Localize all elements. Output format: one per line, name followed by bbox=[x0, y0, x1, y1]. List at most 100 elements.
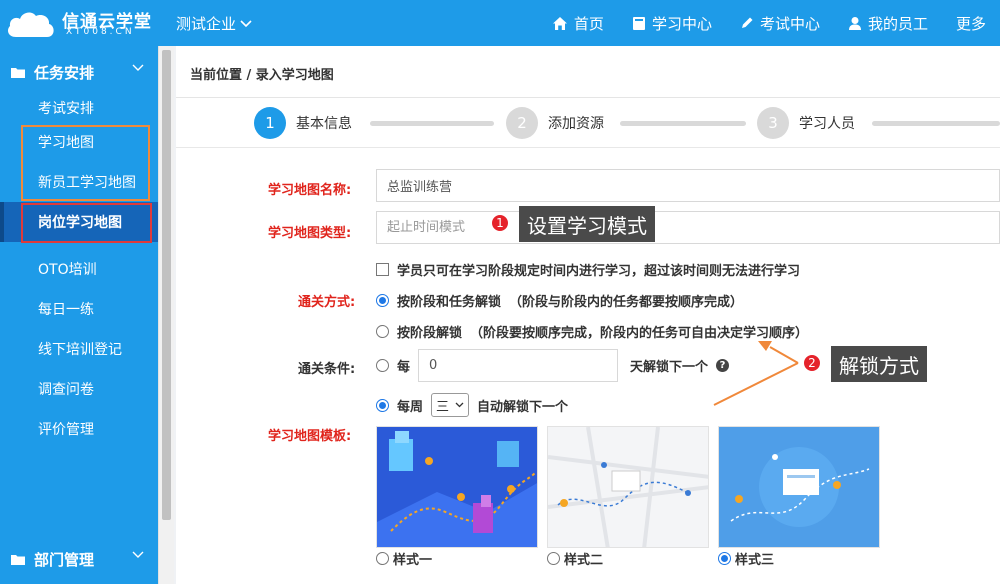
sidebar-item-oto-training[interactable]: OTO培训 bbox=[0, 249, 158, 289]
step-label: 基本信息 bbox=[296, 116, 352, 132]
map-name-input[interactable] bbox=[376, 169, 1000, 202]
nav-more[interactable]: 更多 bbox=[942, 0, 1000, 46]
map-type-label: 学习地图类型: bbox=[268, 226, 352, 241]
time-limit-checkbox[interactable] bbox=[376, 263, 389, 276]
step-connector bbox=[872, 121, 1000, 126]
nav-staff-label: 我的员工 bbox=[867, 14, 928, 33]
pass-option-radio[interactable] bbox=[376, 325, 389, 338]
sidebar-item-survey[interactable]: 调查问卷 bbox=[0, 369, 158, 409]
time-limit-option[interactable]: 学员只可在学习阶段规定时间内进行学习，超过该时间则无法进行学习 bbox=[376, 260, 800, 279]
sidebar-scrollbar[interactable] bbox=[158, 46, 174, 584]
sidebar-group-label: 任务安排 bbox=[34, 63, 95, 82]
folder-icon bbox=[11, 554, 25, 565]
sidebar-item-label: 调查问卷 bbox=[38, 382, 94, 398]
nav-home[interactable]: 首页 bbox=[538, 0, 618, 46]
main-content: 1 基本信息 2 添加资源 3 学习人员 学习地图名称: 学习地图类型: 学员只… bbox=[176, 98, 1000, 584]
chevron-down-icon bbox=[455, 402, 464, 408]
scrollbar-thumb[interactable] bbox=[162, 50, 171, 520]
chevron-down-icon bbox=[132, 64, 144, 71]
sidebar-group-label: 部门管理 bbox=[34, 550, 95, 569]
sidebar-item-offline-training[interactable]: 线下培训登记 bbox=[0, 329, 158, 369]
template-radio[interactable] bbox=[718, 552, 731, 565]
cond-daily-radio[interactable] bbox=[376, 359, 389, 372]
annotation-callout-2: 解锁方式 bbox=[831, 346, 927, 382]
template-option-3[interactable]: 样式三 bbox=[718, 549, 774, 568]
cond-days-input[interactable] bbox=[418, 349, 619, 382]
main-nav: 首页 学习中心 考试中心 我的员工 更多 bbox=[538, 0, 1000, 46]
step-learners[interactable]: 3 学习人员 bbox=[757, 107, 855, 139]
pass-option-stage-task[interactable]: 按阶段和任务解锁 （阶段与阶段内的任务都要按顺序完成） bbox=[376, 291, 743, 310]
template-thumbnail-2[interactable] bbox=[547, 426, 709, 548]
step-indicator: 1 基本信息 2 添加资源 3 学习人员 bbox=[176, 98, 1000, 148]
sidebar-item-label: 考试安排 bbox=[38, 101, 94, 117]
nav-exam-center[interactable]: 考试中心 bbox=[726, 0, 834, 46]
nav-learning-label: 学习中心 bbox=[651, 14, 712, 33]
logo-subtitle: XT008.CN bbox=[66, 27, 135, 37]
logo[interactable]: 信通云学堂 XT008.CN bbox=[6, 6, 151, 40]
home-icon bbox=[552, 16, 567, 30]
sidebar-item-evaluation[interactable]: 评价管理 bbox=[0, 409, 158, 449]
pass-option-radio[interactable] bbox=[376, 294, 389, 307]
week-suffix-label: 自动解锁下一个 bbox=[477, 399, 569, 415]
cond-daily-option[interactable]: 每 天解锁下一个 ? bbox=[376, 349, 730, 382]
sidebar-item-label: 岗位学习地图 bbox=[38, 215, 122, 231]
sidebar-item-label: 评价管理 bbox=[38, 422, 94, 438]
step-number: 2 bbox=[506, 107, 538, 139]
annotation-badge-2: 2 bbox=[802, 353, 822, 373]
breadcrumb: 当前位置 / 录入学习地图 bbox=[176, 46, 1000, 98]
step-label: 添加资源 bbox=[548, 116, 604, 132]
step-label: 学习人员 bbox=[799, 116, 855, 132]
chevron-down-icon bbox=[240, 19, 252, 27]
step-number: 3 bbox=[757, 107, 789, 139]
template-radio[interactable] bbox=[547, 552, 560, 565]
template-image-1 bbox=[377, 427, 537, 547]
nav-more-label: 更多 bbox=[955, 14, 986, 33]
sidebar-item-daily-practice[interactable]: 每日一练 bbox=[0, 289, 158, 329]
sidebar-item-label: 线下培训登记 bbox=[38, 342, 122, 358]
sidebar-group-departments[interactable]: 部门管理 bbox=[0, 539, 158, 579]
template-label: 学习地图模板: bbox=[268, 429, 352, 444]
template-option-label: 样式二 bbox=[564, 553, 604, 568]
company-name: 测试企业 bbox=[176, 15, 237, 33]
template-option-label: 样式一 bbox=[393, 553, 433, 568]
company-switcher[interactable]: 测试企业 bbox=[176, 13, 252, 34]
pencil-icon bbox=[741, 17, 753, 28]
sidebar-item-position-map[interactable]: 岗位学习地图 bbox=[0, 202, 158, 242]
template-option-label: 样式三 bbox=[735, 553, 775, 568]
pass-method-label: 通关方式: bbox=[298, 295, 356, 310]
user-icon bbox=[848, 16, 861, 30]
step-number: 1 bbox=[254, 107, 286, 139]
cond-weekly-option[interactable]: 每周 三 自动解锁下一个 bbox=[376, 393, 568, 417]
top-bar: 信通云学堂 XT008.CN 测试企业 首页 学习中心 考试中心 我的员工 更多 bbox=[0, 0, 1000, 46]
step-connector bbox=[370, 121, 494, 126]
template-thumbnail-3[interactable] bbox=[718, 426, 880, 548]
sidebar-item-learning-map[interactable]: 学习地图 bbox=[0, 122, 158, 162]
weekday-select[interactable]: 三 bbox=[431, 393, 470, 417]
sidebar-item-label: 学习地图 bbox=[38, 135, 94, 151]
step-basic-info[interactable]: 1 基本信息 bbox=[254, 107, 352, 139]
step-connector bbox=[620, 121, 746, 126]
sidebar-group-tasks[interactable]: 任务安排 bbox=[0, 52, 158, 92]
cond-weekly-radio[interactable] bbox=[376, 398, 389, 412]
nav-my-staff[interactable]: 我的员工 bbox=[834, 0, 942, 46]
template-option-2[interactable]: 样式二 bbox=[547, 549, 603, 568]
template-radio[interactable] bbox=[376, 552, 389, 565]
template-thumbnail-1[interactable] bbox=[376, 426, 538, 548]
pass-option-desc: （阶段与阶段内的任务都要按顺序完成） bbox=[509, 295, 744, 310]
step-add-resources[interactable]: 2 添加资源 bbox=[506, 107, 604, 139]
template-option-1[interactable]: 样式一 bbox=[376, 549, 432, 568]
sidebar: 任务安排 考试安排 学习地图 新员工学习地图 岗位学习地图 OTO培训 每日一练… bbox=[0, 46, 158, 584]
weekday-value: 三 bbox=[436, 399, 450, 415]
sidebar-item-new-staff-map[interactable]: 新员工学习地图 bbox=[0, 162, 158, 202]
annotation-badge-1: 1 bbox=[490, 213, 510, 233]
map-name-label: 学习地图名称: bbox=[268, 183, 352, 198]
nav-exam-label: 考试中心 bbox=[759, 14, 820, 33]
map-type-input[interactable] bbox=[376, 211, 1000, 244]
book-icon bbox=[632, 16, 645, 30]
sidebar-item-label: 每日一练 bbox=[38, 302, 94, 318]
annotation-callout-1: 设置学习模式 bbox=[519, 206, 655, 242]
nav-learning-center[interactable]: 学习中心 bbox=[618, 0, 726, 46]
pass-option-main: 按阶段和任务解锁 bbox=[397, 295, 502, 310]
breadcrumb-text: 当前位置 / 录入学习地图 bbox=[190, 68, 334, 83]
cloud-logo-icon bbox=[8, 12, 54, 38]
